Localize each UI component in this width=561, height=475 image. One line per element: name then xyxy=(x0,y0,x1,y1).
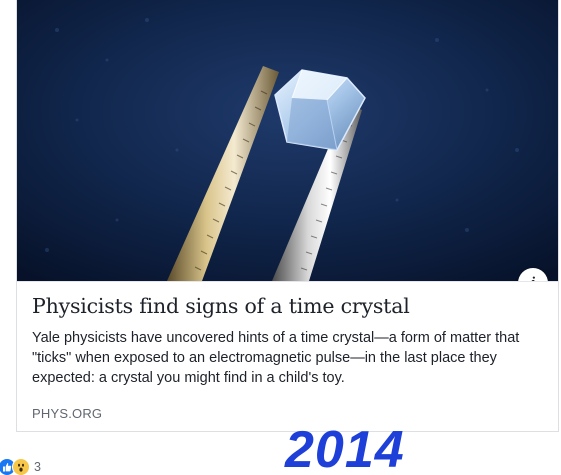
link-headline[interactable]: Physicists find signs of a time crystal xyxy=(32,294,410,318)
wow-icon xyxy=(12,457,30,475)
crystal-in-tweezers-photo[interactable] xyxy=(17,0,558,281)
year-annotation: 2014 xyxy=(285,421,405,475)
page: i Physicists find signs of a time crysta… xyxy=(0,0,561,475)
reaction-count: 3 xyxy=(34,459,41,474)
link-source-domain: PHYS.ORG xyxy=(32,406,103,421)
link-caption[interactable]: Physicists find signs of a time crystal … xyxy=(17,281,558,431)
link-preview-card[interactable]: i Physicists find signs of a time crysta… xyxy=(16,0,559,432)
link-description: Yale physicists have uncovered hints of … xyxy=(32,330,520,386)
reaction-summary[interactable]: 3 xyxy=(0,457,41,475)
